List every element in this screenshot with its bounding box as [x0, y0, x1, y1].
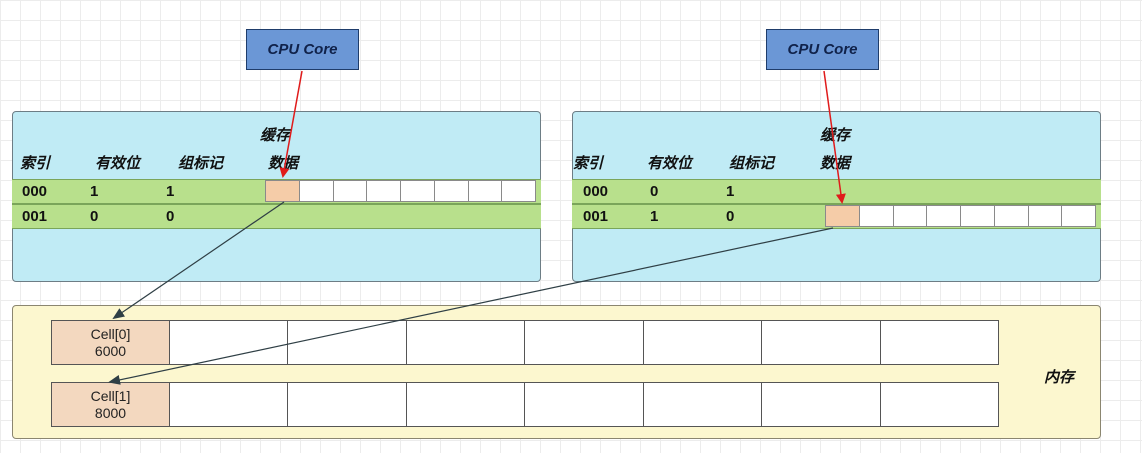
- arrow-cache-right-to-cell1: [108, 227, 834, 385]
- arrow-cpu-right-to-cache: [823, 70, 846, 204]
- arrow-cache-left-to-cell0: [112, 201, 285, 320]
- arrows-layer: [108, 70, 846, 385]
- arrow-cpu-left-to-cache: [279, 70, 303, 178]
